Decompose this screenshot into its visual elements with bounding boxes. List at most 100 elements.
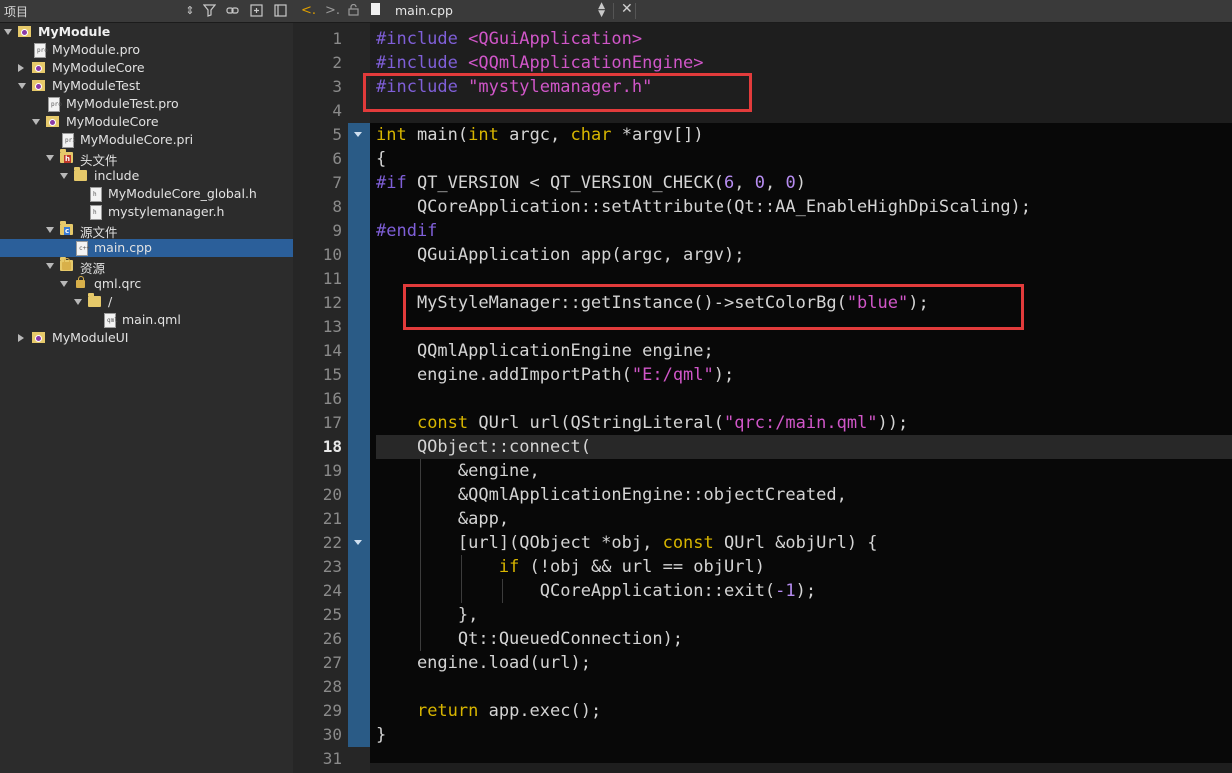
- line-number: 22: [322, 533, 342, 552]
- close-document-icon[interactable]: ✕: [621, 1, 633, 17]
- lock-icon[interactable]: [348, 3, 359, 19]
- fold-region: [348, 123, 370, 747]
- tree-item-label: main.qml: [122, 312, 181, 327]
- tree-item[interactable]: MyModuleCore: [0, 113, 293, 131]
- tree-item[interactable]: h MyModuleCore_global.h: [0, 185, 293, 203]
- expanded-arrow-icon[interactable]: [18, 83, 26, 89]
- folder-icon: [88, 293, 102, 310]
- code-line: {: [376, 149, 387, 169]
- add-split-icon[interactable]: [248, 2, 264, 18]
- cpp-file-icon: c++: [74, 240, 90, 256]
- project-panel-toolbar: 项目 ⇕: [0, 0, 293, 23]
- code-line: #endif: [376, 221, 438, 241]
- tree-item[interactable]: MyModule: [0, 23, 293, 41]
- tree-item[interactable]: MyModuleUI: [0, 329, 293, 347]
- code-line: QObject::connect(: [376, 437, 591, 457]
- tree-item[interactable]: pri MyModuleCore.pri: [0, 131, 293, 149]
- code-editor[interactable]: #include <QGuiApplication> #include <QQml…: [370, 23, 1232, 773]
- line-number: 5: [332, 125, 342, 144]
- editor-toolbar: <. >. main.cpp ▲ ▼ ✕: [293, 0, 1232, 23]
- tree-item[interactable]: qml main.qml: [0, 311, 293, 329]
- tree-item-label: MyModule.pro: [52, 42, 141, 57]
- project-icon: [32, 78, 46, 94]
- pro-file-icon: pro: [32, 42, 48, 58]
- expanded-arrow-icon[interactable]: [46, 263, 54, 269]
- tree-item-label: MyModuleCore: [52, 60, 145, 75]
- expanded-arrow-icon[interactable]: [4, 29, 12, 35]
- tree-item-label: main.cpp: [94, 240, 152, 255]
- tree-item-label: MyModuleCore_global.h: [108, 186, 257, 201]
- code-line: MyStyleManager::getInstance()->setColorB…: [376, 293, 929, 313]
- collapsed-arrow-icon[interactable]: [18, 334, 24, 342]
- code-line: QCoreApplication::setAttribute(Qt::AA_En…: [376, 197, 1032, 217]
- filter-icon[interactable]: [201, 2, 217, 18]
- tree-item-label: MyModuleUI: [52, 330, 129, 345]
- tree-item[interactable]: include: [0, 167, 293, 185]
- tree-item-label: qml.qrc: [94, 276, 142, 291]
- line-number: 29: [322, 701, 342, 720]
- open-documents-combo[interactable]: main.cpp ▲ ▼: [367, 2, 615, 19]
- fold-toggle-icon[interactable]: [354, 540, 362, 545]
- code-line: QQmlApplicationEngine engine;: [376, 341, 714, 361]
- line-number: 24: [322, 581, 342, 600]
- expanded-arrow-icon[interactable]: [32, 119, 40, 125]
- go-back-icon[interactable]: <.: [301, 3, 316, 18]
- view-select-updown-icon[interactable]: ⇕: [182, 2, 198, 18]
- tree-item[interactable]: pro MyModuleTest.pro: [0, 95, 293, 113]
- tree-item[interactable]: pro MyModule.pro: [0, 41, 293, 59]
- line-number: 13: [322, 317, 342, 336]
- tree-item[interactable]: /: [0, 293, 293, 311]
- line-number: 2: [332, 53, 342, 72]
- line-number: 18: [322, 437, 342, 456]
- line-number: 25: [322, 605, 342, 624]
- project-icon: [46, 114, 60, 130]
- qrc-file-icon: [74, 276, 88, 292]
- code-line: #include <QGuiApplication>: [376, 29, 643, 49]
- headers-folder-icon: h: [60, 149, 74, 166]
- project-icon: [32, 60, 46, 76]
- tree-item[interactable]: h mystylemanager.h: [0, 203, 293, 221]
- code-line: #include <QQmlApplicationEngine>: [376, 53, 704, 73]
- tree-item[interactable]: c 源文件: [0, 221, 293, 240]
- tree-item[interactable]: qml.qrc: [0, 275, 293, 293]
- qml-file-icon: qml: [102, 312, 118, 328]
- close-sidebar-icon[interactable]: [272, 2, 288, 18]
- line-number: 8: [332, 197, 342, 216]
- header-file-icon: h: [88, 204, 102, 220]
- code-line: engine.addImportPath("E:/qml");: [376, 365, 735, 385]
- line-number-gutter: 1 2 3 4 5 6 7 8 9 10 11 12 13 14 15 16 17 18 19 20 21 22 23 24 2…: [293, 23, 348, 773]
- line-number: 19: [322, 461, 342, 480]
- tree-item[interactable]: MyModuleCore: [0, 59, 293, 77]
- tree-item-label: MyModuleTest: [52, 78, 141, 93]
- link-icon[interactable]: [224, 2, 240, 18]
- expanded-arrow-icon[interactable]: [46, 227, 54, 233]
- code-line: if (!obj && url == objUrl): [498, 557, 765, 577]
- tree-item[interactable]: 资源: [0, 257, 293, 276]
- tree-item-label: include: [94, 168, 140, 183]
- line-number: 16: [322, 389, 342, 408]
- header-file-icon: h: [88, 186, 102, 202]
- fold-toggle-icon[interactable]: [354, 132, 362, 137]
- tree-item-label: /: [108, 294, 113, 309]
- expanded-arrow-icon[interactable]: [60, 281, 68, 287]
- line-number: 30: [322, 725, 342, 744]
- line-number: 9: [332, 221, 342, 240]
- line-number: 23: [322, 557, 342, 576]
- tree-item-label: MyModuleCore.pri: [80, 132, 194, 147]
- expanded-arrow-icon[interactable]: [74, 299, 82, 305]
- pri-file-icon: pri: [60, 132, 76, 148]
- go-forward-icon[interactable]: >.: [325, 3, 340, 18]
- toolbar-divider: [613, 3, 614, 19]
- expanded-arrow-icon[interactable]: [60, 173, 68, 179]
- line-number: 20: [322, 485, 342, 504]
- tree-item[interactable]: c++ main.cpp: [0, 239, 293, 257]
- code-line: &QQmlApplicationEngine::objectCreated,: [376, 485, 847, 505]
- tree-item[interactable]: MyModuleTest: [0, 77, 293, 95]
- code-line: return app.exec();: [416, 701, 602, 721]
- line-number: 7: [332, 173, 342, 192]
- tree-item[interactable]: h 头文件: [0, 149, 293, 168]
- code-line: &app,: [376, 509, 510, 529]
- collapsed-arrow-icon[interactable]: [18, 64, 24, 72]
- expanded-arrow-icon[interactable]: [46, 155, 54, 161]
- code-line: int main(int argc, char *argv[]): [376, 125, 704, 145]
